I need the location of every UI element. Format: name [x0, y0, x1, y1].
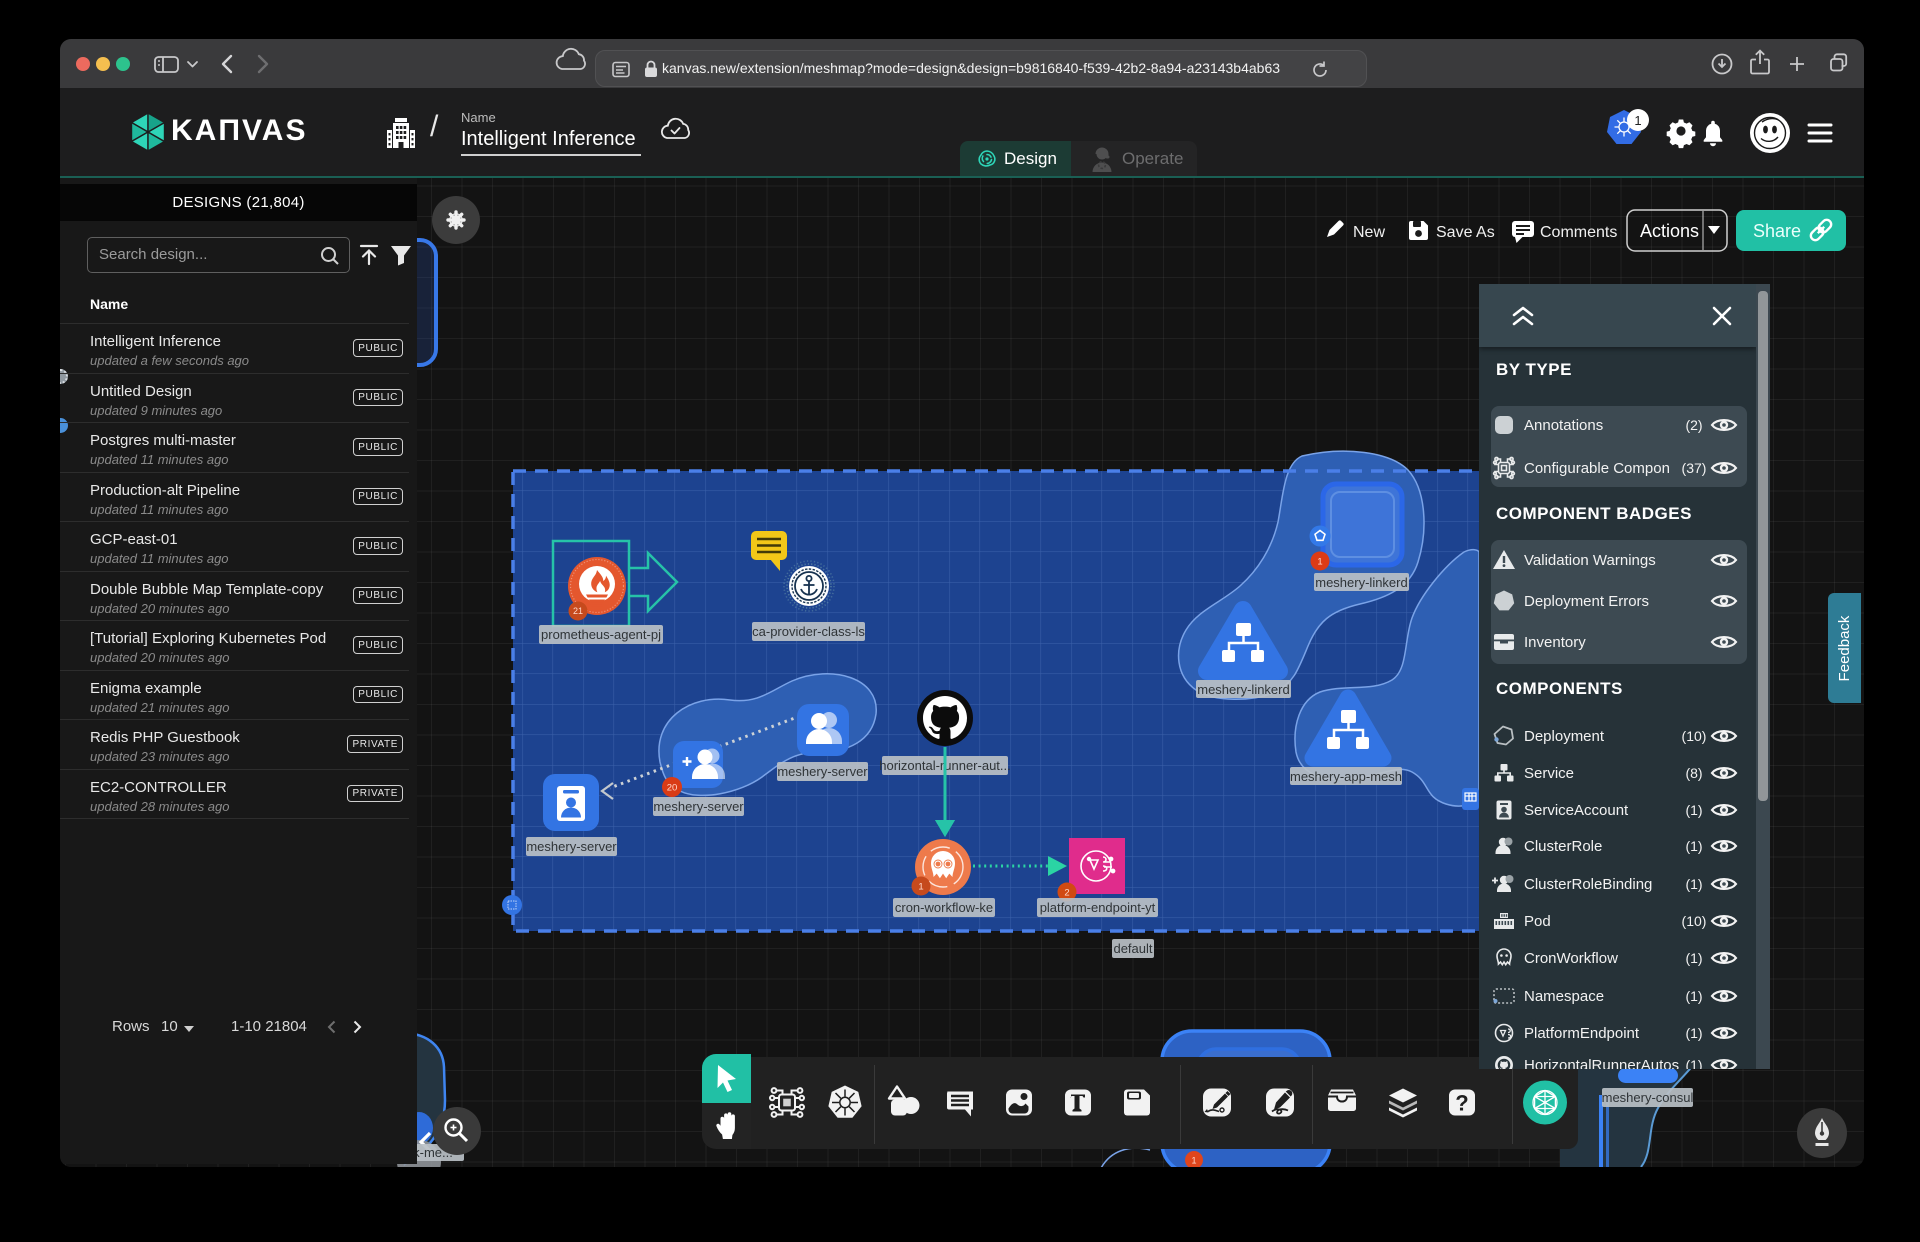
svg-text:meshery-server: meshery-server — [653, 799, 744, 814]
svg-text:meshery-linkerd: meshery-linkerd — [1315, 575, 1407, 590]
svg-text:Deployment Errors: Deployment Errors — [1524, 593, 1649, 610]
svg-text:BY TYPE: BY TYPE — [1496, 360, 1572, 379]
svg-text:Validation Warnings: Validation Warnings — [1524, 552, 1656, 569]
svg-text:COMPONENTS: COMPONENTS — [1496, 679, 1623, 698]
svg-text:1: 1 — [1317, 557, 1322, 568]
svg-text:(1): (1) — [1685, 1057, 1702, 1069]
svg-text:PlatformEndpoint: PlatformEndpoint — [1524, 1025, 1640, 1042]
svg-text:20: 20 — [667, 783, 678, 794]
svg-text:(10): (10) — [1682, 913, 1707, 929]
svg-text:cron-workflow-ke: cron-workflow-ke — [895, 900, 993, 915]
svg-text:HorizontalRunnerAutos: HorizontalRunnerAutos — [1524, 1057, 1679, 1069]
svg-text:(1): (1) — [1685, 838, 1702, 854]
svg-text:Pod: Pod — [1524, 913, 1551, 930]
svg-text:Comments: Comments — [1540, 224, 1617, 241]
svg-text:Inventory: Inventory — [1524, 634, 1586, 651]
svg-text:CronWorkflow: CronWorkflow — [1524, 950, 1618, 967]
svg-text:Save As: Save As — [1436, 224, 1495, 241]
svg-text:1: 1 — [1634, 113, 1641, 128]
svg-text:ServiceAccount: ServiceAccount — [1524, 802, 1629, 819]
svg-text:default: default — [1113, 941, 1152, 956]
svg-text:ClusterRoleBinding: ClusterRoleBinding — [1524, 876, 1652, 893]
svg-text:COMPONENT BADGES: COMPONENT BADGES — [1496, 504, 1692, 523]
svg-text:Namespace: Namespace — [1524, 988, 1604, 1005]
svg-text:meshery-server: meshery-server — [777, 764, 868, 779]
svg-text:platform-endpoint-yt: platform-endpoint-yt — [1040, 900, 1156, 915]
svg-text:(1): (1) — [1685, 950, 1702, 966]
svg-text:meshery-consul: meshery-consul — [1602, 1090, 1694, 1105]
svg-text:meshery-server: meshery-server — [526, 839, 617, 854]
svg-text:meshery-app-mesh: meshery-app-mesh — [1290, 769, 1402, 784]
svg-text:21: 21 — [573, 606, 583, 616]
svg-text:Deployment: Deployment — [1524, 728, 1605, 745]
svg-text:Annotations: Annotations — [1524, 417, 1603, 434]
svg-text:ca-provider-class-ls: ca-provider-class-ls — [752, 624, 865, 639]
svg-text:prometheus-agent-pj: prometheus-agent-pj — [541, 627, 661, 642]
svg-text:(8): (8) — [1685, 765, 1702, 781]
svg-text:(1): (1) — [1685, 802, 1702, 818]
svg-text:(10): (10) — [1682, 728, 1707, 744]
svg-text:(1): (1) — [1685, 1025, 1702, 1041]
svg-text:Actions: Actions — [1640, 221, 1699, 241]
svg-text:(2): (2) — [1685, 417, 1702, 433]
svg-text:Share: Share — [1753, 221, 1801, 241]
svg-text:Configurable Compon: Configurable Compon — [1524, 460, 1670, 477]
svg-text:New: New — [1353, 224, 1385, 241]
svg-text:(37): (37) — [1682, 460, 1707, 476]
svg-text:2: 2 — [1064, 888, 1069, 899]
svg-text:Service: Service — [1524, 765, 1574, 782]
svg-text:(1): (1) — [1685, 988, 1702, 1004]
svg-text:1: 1 — [1191, 1156, 1196, 1166]
svg-text:(1): (1) — [1685, 876, 1702, 892]
svg-text:meshery-linkerd: meshery-linkerd — [1197, 682, 1289, 697]
svg-text:1: 1 — [918, 882, 923, 893]
svg-text:ClusterRole: ClusterRole — [1524, 838, 1602, 855]
